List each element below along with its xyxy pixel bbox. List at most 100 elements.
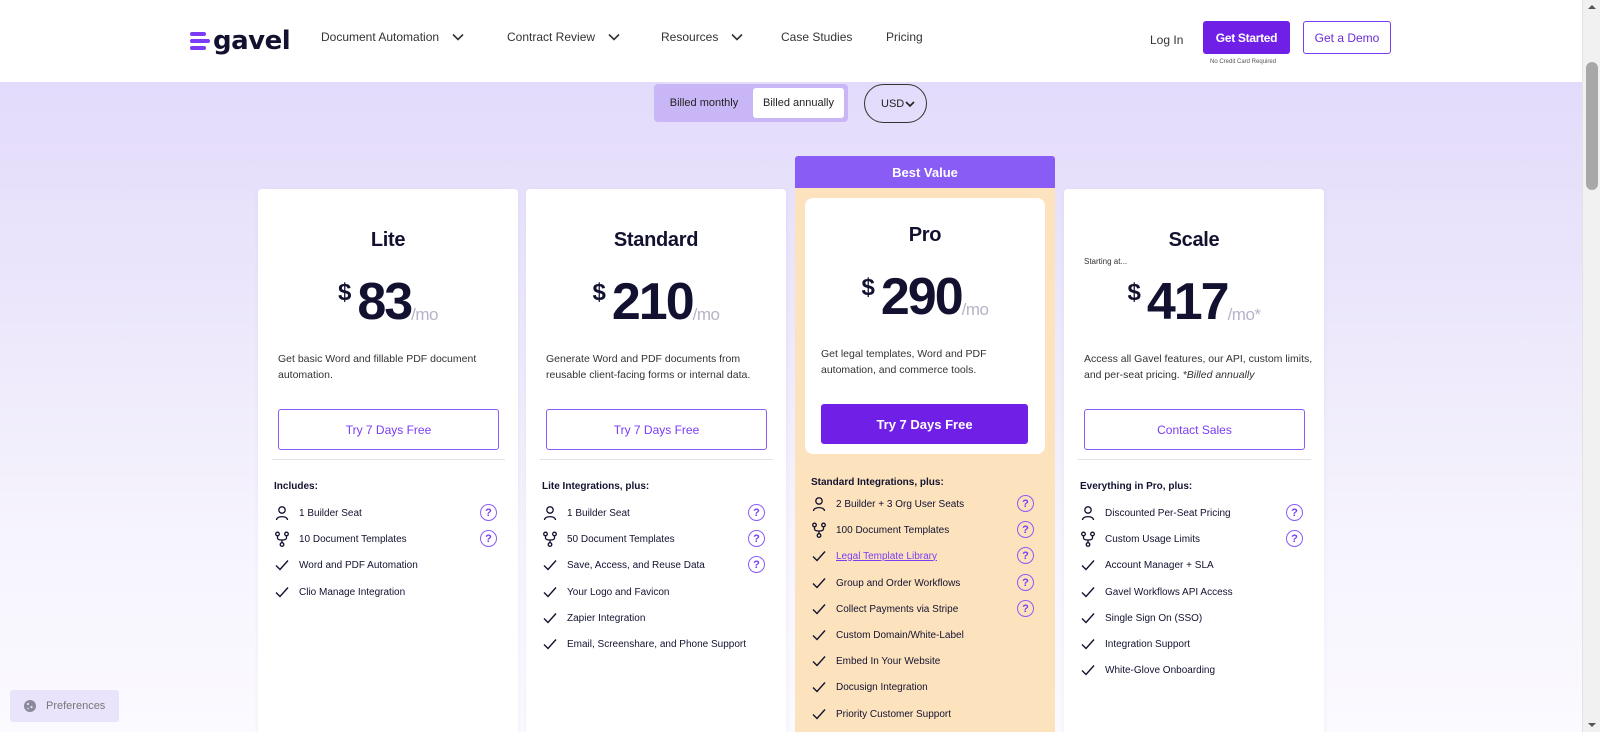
feature-item: 10 Document Templates [274,529,407,549]
feature-item: Legal Template Library [811,546,937,566]
check-icon [542,584,558,600]
check-icon [1080,610,1096,626]
get-demo-button[interactable]: Get a Demo [1303,21,1391,54]
try-free-button[interactable]: Try 7 Days Free [546,409,767,450]
feature-item: Collect Payments via Stripe [811,599,958,619]
chevron-down-icon [731,33,743,41]
branch-icon [542,531,558,547]
nav-case-studies[interactable]: Case Studies [781,30,852,44]
try-free-button[interactable]: Try 7 Days Free [278,409,499,450]
feature-item: 50 Document Templates [542,529,675,549]
feature-label: 1 Builder Seat [299,507,362,519]
feature-item: Docusign Integration [811,677,928,697]
help-circle-icon[interactable]: ? [1017,600,1034,617]
includes-heading: Standard Integrations, plus: [811,477,944,488]
feature-item: Zapier Integration [542,608,645,628]
check-icon [274,557,290,573]
check-icon [542,636,558,652]
feature-item: 100 Document Templates [811,520,949,540]
check-icon [811,575,827,591]
nav-contract-review[interactable]: Contract Review [507,30,621,44]
price-period: /mo [411,305,439,324]
help-circle-icon[interactable]: ? [748,504,765,521]
currency-symbol: $ [592,279,606,306]
plan-price: $ 417 /mo* [1064,275,1324,329]
help-circle-icon[interactable]: ? [1017,547,1034,564]
help-circle-icon[interactable]: ? [1286,530,1303,547]
help-circle-icon[interactable]: ? [748,556,765,573]
help-circle-icon[interactable]: ? [1017,495,1034,512]
currency-value: USD [881,97,905,110]
feature-item: Embed In Your Website [811,651,940,671]
try-free-button[interactable]: Try 7 Days Free [821,404,1028,444]
billed-annually-option[interactable]: Billed annually [753,88,844,118]
feature-label: Clio Manage Integration [299,586,406,598]
chevron-down-icon [452,33,464,41]
get-started-button[interactable]: Get Started [1203,21,1290,54]
feature-label: Custom Usage Limits [1105,533,1201,545]
plan-name: Scale [1168,229,1220,251]
best-value-badge: Best Value [795,156,1055,188]
user-icon [542,505,558,521]
nav-resources[interactable]: Resources [661,30,744,44]
includes-heading: Includes: [274,481,318,492]
login-link[interactable]: Log In [1150,33,1183,47]
branch-icon [1080,531,1096,547]
check-icon [542,557,558,573]
price-amount: 210 [611,273,695,331]
divider [540,459,773,460]
check-icon [811,548,827,564]
feature-item: Custom Domain/White-Label [811,625,964,645]
feature-label: Group and Order Workflows [836,577,961,589]
price-amount: 417 [1146,273,1230,331]
price-period: /mo* [1227,305,1261,324]
feature-item: 1 Builder Seat [542,503,630,523]
feature-label: Email, Screenshare, and Phone Support [567,638,746,650]
scroll-up-arrow-icon[interactable] [1587,2,1597,12]
help-circle-icon[interactable]: ? [748,530,765,547]
nav-label: Case Studies [781,30,853,44]
user-icon [811,496,827,512]
plan-name: Pro [908,224,942,246]
feature-label: 100 Document Templates [836,524,950,536]
plan-name: Lite [370,229,406,251]
scrollbar-thumb[interactable] [1586,62,1598,190]
feature-link[interactable]: Legal Template Library [836,551,937,562]
contact-sales-button[interactable]: Contact Sales [1084,409,1305,450]
includes-heading: Everything in Pro, plus: [1080,481,1193,492]
plan-price: $ 210 /mo [526,275,786,329]
feature-label: Docusign Integration [836,681,928,693]
feature-label: Integration Support [1105,638,1191,650]
feature-label: Gavel Workflows API Access [1105,586,1233,598]
starting-at-label: Starting at... [1084,257,1128,266]
billed-monthly-option[interactable]: Billed monthly [658,88,750,118]
feature-item: 1 Builder Seat [274,503,362,523]
help-circle-icon[interactable]: ? [1286,504,1303,521]
nav-document-automation[interactable]: Document Automation [321,30,465,44]
help-circle-icon[interactable]: ? [480,504,497,521]
feature-label: Collect Payments via Stripe [836,603,959,615]
branch-icon [274,531,290,547]
page-scrollbar[interactable] [1582,0,1600,732]
gavel-logo[interactable]: gavel [190,26,291,56]
plan-description: Get basic Word and fillable PDF document… [278,353,477,381]
check-icon [811,679,827,695]
help-circle-icon[interactable]: ? [1017,521,1034,538]
help-circle-icon[interactable]: ? [480,530,497,547]
currency-select[interactable]: USD [864,84,927,123]
logo-text: gavel [213,26,291,56]
plan-card-lite: Lite $ 83 /mo Get basic Word and fillabl… [258,189,518,732]
nav-label: Resources [661,30,719,44]
help-circle-icon[interactable]: ? [1017,574,1034,591]
nav-pricing[interactable]: Pricing [886,30,923,44]
scroll-down-arrow-icon[interactable] [1587,720,1597,730]
billed-annually-note: *Billed annually [1182,369,1255,381]
feature-label: 2 Builder + 3 Org User Seats [836,498,965,510]
feature-item: Single Sign On (SSO) [1080,608,1202,628]
plan-name: Standard [613,229,699,251]
feature-label: 1 Builder Seat [567,507,630,519]
feature-item: Gavel Workflows API Access [1080,582,1233,602]
feature-label: Account Manager + SLA [1105,559,1214,571]
price-amount: 83 [357,273,413,331]
cookie-preferences-button[interactable]: Preferences [10,690,119,722]
